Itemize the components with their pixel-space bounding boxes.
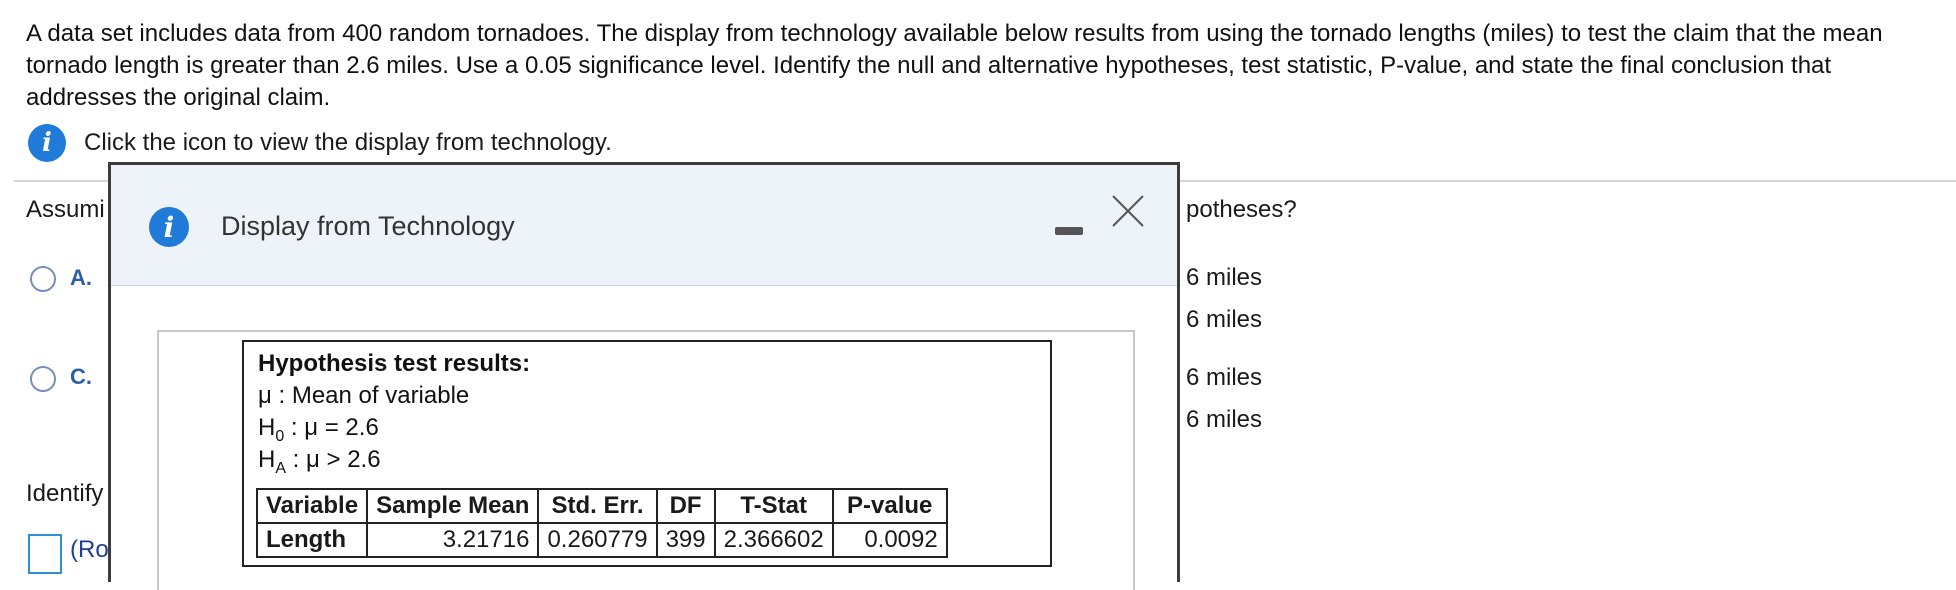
col-p-value: P-value — [831, 488, 948, 524]
table-row: Length 3.21716 0.260779 399 2.366602 0.0… — [255, 522, 948, 558]
results-table: Variable Sample Mean Std. Err. DF T-Stat… — [255, 488, 948, 558]
view-display-link[interactable]: Click the icon to view the display from … — [84, 129, 612, 157]
output-heading: Hypothesis test results: — [258, 350, 531, 377]
option-c-radio[interactable] — [30, 366, 56, 392]
option-c-line-2: 6 miles — [1186, 406, 1263, 433]
alternative-hypothesis: HA : μ > 2.6 — [258, 446, 381, 477]
option-a-line-2: 6 miles — [1186, 306, 1263, 333]
null-hypothesis: H0 : μ = 2.6 — [258, 414, 379, 445]
technology-display-dialog: i Display from Technology Hypothesis tes… — [108, 162, 1180, 590]
question-text: A data set includes data from 400 random… — [26, 20, 1883, 111]
cell-std-err: 0.260779 — [537, 522, 658, 558]
col-df: DF — [655, 488, 716, 524]
cell-p-value: 0.0092 — [831, 522, 948, 558]
minimize-icon[interactable] — [1055, 211, 1083, 239]
option-a-line-1: 6 miles — [1186, 264, 1263, 291]
option-c-line-1: 6 miles — [1186, 364, 1263, 391]
info-icon[interactable]: i — [28, 124, 66, 162]
option-c-letter: C. — [70, 364, 92, 389]
col-std-err: Std. Err. — [537, 488, 658, 524]
answer-input-box[interactable] — [28, 534, 62, 574]
view-display-row[interactable]: i Click the icon to view the display fro… — [28, 124, 612, 162]
table-header-row: Variable Sample Mean Std. Err. DF T-Stat… — [255, 488, 948, 524]
close-icon[interactable] — [1110, 193, 1146, 229]
col-variable: Variable — [255, 488, 369, 524]
dialog-title: Display from Technology — [221, 211, 515, 241]
cell-t-stat: 2.366602 — [713, 522, 834, 558]
option-a-radio[interactable] — [30, 266, 56, 292]
assume-text: Assumi — [26, 196, 105, 223]
identify-text: Identify — [26, 480, 104, 507]
hypotheses-question-tail: potheses? — [1186, 196, 1297, 223]
option-a-letter: A. — [70, 265, 92, 290]
cell-variable: Length — [255, 522, 369, 558]
col-t-stat: T-Stat — [713, 488, 834, 524]
dialog-header[interactable]: i Display from Technology — [111, 165, 1177, 286]
cell-df: 399 — [655, 522, 716, 558]
col-sample-mean: Sample Mean — [366, 488, 540, 524]
info-icon: i — [149, 207, 189, 247]
mu-definition: μ : Mean of variable — [258, 382, 470, 409]
cell-sample-mean: 3.21716 — [366, 522, 540, 558]
technology-output: Hypothesis test results: μ : Mean of var… — [242, 340, 1052, 567]
round-instruction: (Ro — [70, 536, 109, 563]
